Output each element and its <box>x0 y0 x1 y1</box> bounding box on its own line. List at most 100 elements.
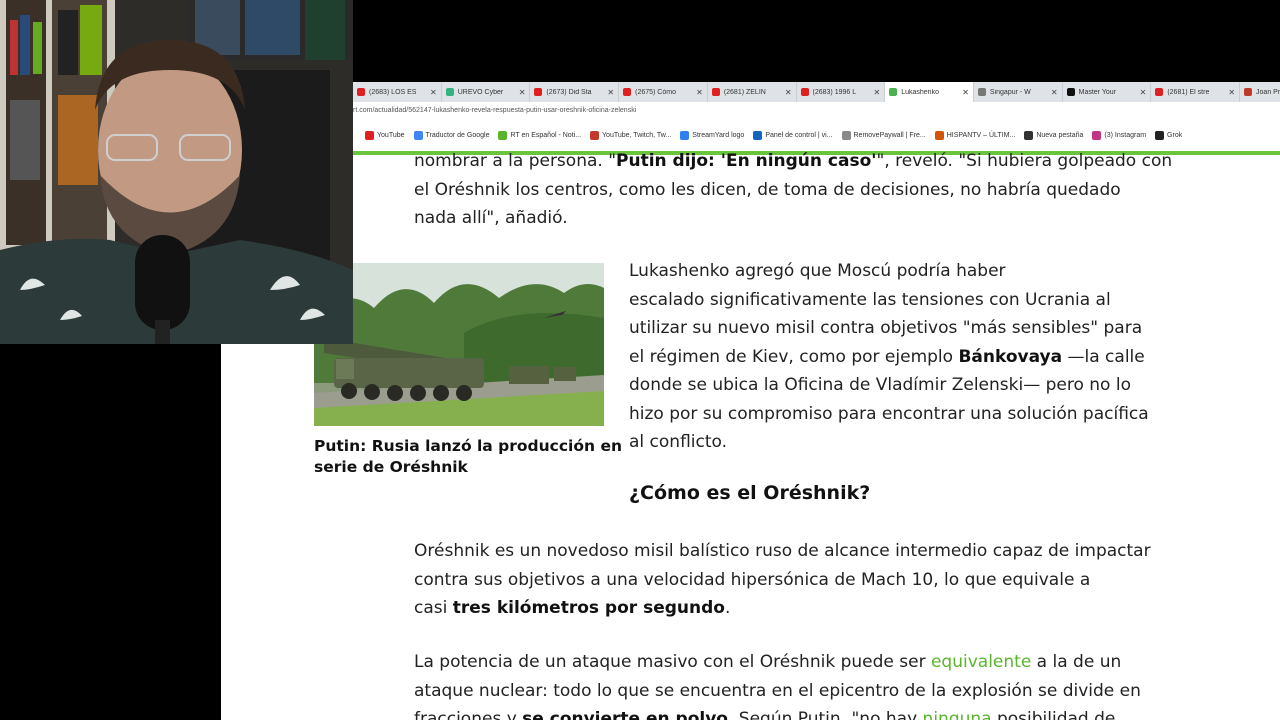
tab-favicon-icon <box>711 88 720 96</box>
tab-close-icon[interactable]: ✕ <box>430 88 437 97</box>
text-line: el Oréshnik los centros, como les dicen,… <box>414 179 1121 200</box>
tab-close-icon[interactable]: ✕ <box>874 88 881 97</box>
text-line: hizo por su compromiso para encontrar un… <box>629 403 1149 424</box>
bookmark-item[interactable]: HISPANTV – ÚLTIM... <box>934 130 1016 140</box>
missile-convoy-image <box>314 263 604 426</box>
caption-line-1: Putin: Rusia lanzó la producción en <box>314 437 622 455</box>
caption-line-2: serie de Oréshnik <box>314 458 468 476</box>
bookmark-favicon-icon <box>841 130 851 140</box>
bookmark-label: Traductor de Google <box>425 131 490 139</box>
tab-title: Singapur - W <box>989 88 1031 96</box>
tab-favicon-icon <box>1066 88 1075 96</box>
section-heading: ¿Cómo es el Oréshnik? <box>629 482 871 504</box>
tab-title: Master Your <box>1078 88 1116 96</box>
tab-favicon-icon <box>1244 88 1253 96</box>
article-content: nombrar a la persona. "Putin dijo: 'En n… <box>221 151 1280 720</box>
bookmark-favicon-icon <box>1155 130 1165 140</box>
text-line: Oréshnik es un novedoso misil balístico … <box>414 541 1151 561</box>
bold-text: se convierte en polvo <box>522 709 728 720</box>
text-line: el régimen de Kiev, como por ejemplo Bán… <box>629 346 1145 367</box>
bookmark-item[interactable]: YouTube <box>365 130 405 140</box>
browser-tab[interactable]: (2681) ZELIN ✕ <box>708 82 797 102</box>
tab-favicon-icon <box>1155 88 1164 96</box>
bookmark-favicon-icon <box>590 130 600 140</box>
tab-title: UREVO Cyber <box>457 88 504 96</box>
tab-favicon-icon <box>357 88 365 96</box>
tab-close-icon[interactable]: ✕ <box>785 88 792 97</box>
text-line: al conflicto. <box>629 432 728 452</box>
article-link[interactable]: ninguna <box>923 709 992 720</box>
article-link[interactable]: equivalente <box>931 652 1031 672</box>
bold-text: tres kilómetros por segundo <box>452 598 725 618</box>
bookmark-favicon-icon <box>498 130 508 140</box>
bookmark-item[interactable]: RT en Español - Noti... <box>498 130 582 140</box>
bookmark-label: Nueva pestaña <box>1036 131 1084 139</box>
tab-favicon-icon <box>977 88 986 96</box>
browser-tab[interactable]: Singapur - W ✕ <box>974 82 1063 102</box>
bookmark-favicon-icon <box>753 130 763 140</box>
text-line: Lukashenko agregó que Moscú podría haber <box>629 261 1006 281</box>
bookmark-item[interactable]: Grok <box>1155 130 1183 140</box>
text-line: nada allí", añadió. <box>414 208 568 228</box>
tab-title: (2681) ZELIN <box>723 88 766 96</box>
browser-tab[interactable]: UREVO Cyber ✕ <box>442 82 531 102</box>
bookmark-label: Panel de control | vi... <box>765 131 833 139</box>
browser-tab[interactable]: (2675) Cómo ✕ <box>619 82 708 102</box>
bookmark-item[interactable]: Nueva pestaña <box>1024 130 1084 140</box>
presenter-webcam-image <box>0 0 353 344</box>
browser-tab[interactable]: Lukashenko ✕ <box>885 82 974 102</box>
bookmark-label: RT en Español - Noti... <box>510 131 582 139</box>
browser-tab[interactable]: (2683) 1996 L ✕ <box>797 82 886 102</box>
tab-bar: (2683) LOS ES ✕ UREVO Cyber ✕ (2673) Did Sta… <box>353 82 1280 102</box>
tab-close-icon[interactable]: ✕ <box>1051 88 1058 97</box>
browser-tab[interactable]: (2683) LOS ES ✕ <box>353 82 442 102</box>
browser-tab[interactable]: Master Your ✕ <box>1063 82 1152 102</box>
browser-window: (2683) LOS ES ✕ UREVO Cyber ✕ (2673) Did Sta… <box>221 82 1280 720</box>
tab-close-icon[interactable]: ✕ <box>607 88 614 97</box>
address-bar[interactable]: rt.com/actualidad/562147-lukashenko-reve… <box>353 102 1280 120</box>
article-photo[interactable] <box>314 263 604 426</box>
text-line: La potencia de un ataque masivo con el O… <box>414 652 1122 672</box>
tab-title: (2683) 1996 L <box>812 88 857 96</box>
browser-tab[interactable]: (2681) El stre ✕ <box>1151 82 1241 102</box>
text-line: contra sus objetivos a una velocidad hip… <box>414 569 1091 590</box>
browser-tab[interactable]: (2673) Did Sta ✕ <box>530 82 620 102</box>
text-line: escalado significativamente las tensione… <box>629 289 1111 310</box>
tab-favicon-icon <box>445 88 454 96</box>
tab-close-icon[interactable]: ✕ <box>1228 88 1235 97</box>
tab-title: Joan Pradells <box>1256 88 1280 96</box>
tab-title: Lukashenko <box>901 88 939 96</box>
url-text: rt.com/actualidad/562147-lukashenko-reve… <box>353 107 637 114</box>
photo-caption[interactable]: Putin: Rusia lanzó la producción en seri… <box>314 436 622 478</box>
top-black-area <box>353 0 1280 82</box>
tab-close-icon[interactable]: ✕ <box>962 88 969 97</box>
tab-title: (2681) El stre <box>1167 88 1210 96</box>
bookmark-favicon-icon <box>1092 130 1102 140</box>
tab-close-icon[interactable]: ✕ <box>519 88 526 97</box>
tab-title: (2673) Did Sta <box>546 88 592 96</box>
bookmark-label: StreamYard logo <box>692 131 745 139</box>
browser-tab[interactable]: Joan Pradells✕ <box>1240 82 1280 102</box>
bookmark-favicon-icon <box>365 130 374 140</box>
webcam-overlay <box>0 0 353 344</box>
bookmark-item[interactable]: Panel de control | vi... <box>753 130 833 140</box>
bookmark-item[interactable]: StreamYard logo <box>680 130 745 140</box>
bookmark-item[interactable]: (3) Instagram <box>1092 130 1146 140</box>
bookmark-label: YouTube, Twitch, Tw... <box>602 131 672 139</box>
tab-favicon-icon <box>534 88 543 96</box>
bookmark-favicon-icon <box>680 130 690 140</box>
bookmark-label: Grok <box>1167 131 1183 139</box>
bookmark-item[interactable]: Traductor de Google <box>413 130 490 140</box>
tab-favicon-icon <box>889 88 898 96</box>
text-line: utilizar su nuevo misil contra objetivos… <box>629 318 1143 338</box>
tab-title: (2683) LOS ES <box>369 88 417 96</box>
bookmark-item[interactable]: RemovePaywall | Fre... <box>841 130 926 140</box>
tab-close-icon[interactable]: ✕ <box>1140 88 1147 97</box>
bookmark-label: HISPANTV – ÚLTIM... <box>946 131 1016 139</box>
tab-favicon-icon <box>623 88 632 96</box>
bookmark-favicon-icon <box>413 130 423 140</box>
bold-text: Putin dijo: 'En ningún caso' <box>616 151 877 171</box>
tab-close-icon[interactable]: ✕ <box>696 88 703 97</box>
bookmark-item[interactable]: YouTube, Twitch, Tw... <box>590 130 672 140</box>
tab-favicon-icon <box>800 88 809 96</box>
